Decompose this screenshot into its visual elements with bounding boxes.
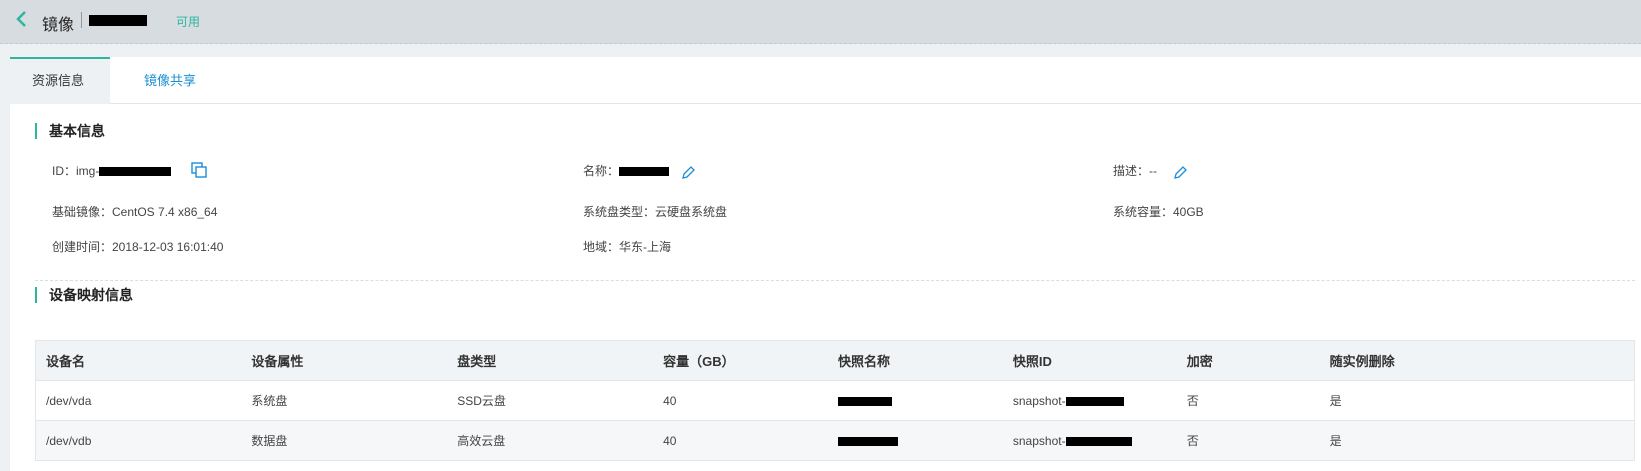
tab-bar: 资源信息 镜像共享: [10, 57, 1641, 104]
basic-info-title: 基本信息: [35, 123, 105, 139]
redacted-image-name: [89, 15, 147, 26]
column-header: 加密: [1176, 340, 1320, 381]
base-image-field: 基础镜像：CentOS 7.4 x86_64: [52, 205, 218, 219]
disk-type-cell: 高效云盘: [447, 420, 654, 461]
capacity-field: 系统容量：40GB: [1113, 205, 1204, 219]
delete-with-instance-cell: 是: [1319, 420, 1635, 461]
image-id-field: ID：img-: [52, 162, 172, 179]
snapshot-id-cell: snapshot-: [1002, 420, 1177, 461]
chevron-left-icon[interactable]: [14, 10, 34, 30]
page-title: 镜像: [42, 17, 75, 34]
snapshot-id-cell: snapshot-: [1002, 380, 1177, 421]
disk-type-field: 系统盘类型：云硬盘系统盘: [583, 205, 728, 219]
encrypted-cell: 否: [1176, 380, 1320, 421]
redacted-name: [619, 167, 670, 177]
encrypted-cell: 否: [1176, 420, 1320, 461]
section-divider: [35, 280, 1635, 281]
table-header-row: 设备名 设备属性 盘类型 容量（GB） 快照名称 快照ID 加密 随实例删除: [35, 340, 1635, 381]
column-header: 容量（GB）: [653, 340, 828, 381]
created-time-field: 创建时间：2018-12-03 16:01:40: [52, 240, 224, 254]
device-name-cell: /dev/vdb: [35, 420, 242, 461]
column-header: 设备属性: [241, 340, 448, 381]
redacted-snapshot-name: [837, 436, 898, 446]
capacity-cell: 40: [653, 380, 828, 421]
name-field: 名称：: [583, 162, 670, 179]
description-field: 描述：--: [1113, 164, 1157, 178]
top-bar: 镜像 可用: [0, 0, 1641, 44]
tab-image-share[interactable]: 镜像共享: [122, 57, 218, 104]
redacted-snapshot-id: [1065, 436, 1132, 446]
column-header: 随实例删除: [1319, 340, 1635, 381]
snapshot-name-cell: [827, 380, 1003, 421]
redacted-snapshot-name: [837, 396, 892, 406]
tab-resource-info[interactable]: 资源信息: [10, 57, 110, 104]
image-id-label: ID：img-: [52, 164, 100, 178]
capacity-cell: 40: [653, 420, 828, 461]
device-name-cell: /dev/vda: [35, 380, 242, 421]
status-badge: 可用: [176, 15, 201, 29]
name-label: 名称：: [583, 164, 620, 178]
column-header: 快照ID: [1002, 340, 1177, 381]
snapshot-name-cell: [827, 420, 1003, 461]
redacted-id: [99, 167, 172, 177]
edit-description-icon[interactable]: [1172, 165, 1190, 183]
redacted-snapshot-id: [1065, 396, 1124, 406]
copy-icon[interactable]: [190, 161, 208, 179]
edit-name-icon[interactable]: [680, 165, 698, 183]
detail-panel: 资源信息 镜像共享 基本信息 ID：img- 名称： 描述：-- 基础镜像：Ce…: [10, 57, 1641, 471]
column-header: 盘类型: [447, 340, 654, 381]
device-attr-cell: 系统盘: [241, 380, 448, 421]
snapshot-id-prefix: snapshot-: [1012, 393, 1066, 408]
snapshot-id-prefix: snapshot-: [1012, 433, 1066, 448]
region-field: 地域：华东-上海: [583, 240, 671, 254]
device-mapping-title: 设备映射信息: [35, 287, 133, 303]
column-header: 快照名称: [827, 340, 1003, 381]
disk-type-cell: SSD云盘: [447, 380, 654, 421]
title-separator: [81, 12, 82, 28]
table-row: /dev/vda 系统盘 SSD云盘 40 snapshot- 否 是: [35, 380, 1635, 421]
delete-with-instance-cell: 是: [1319, 380, 1635, 421]
column-header: 设备名: [35, 340, 242, 381]
device-attr-cell: 数据盘: [241, 420, 448, 461]
device-mapping-table: 设备名 设备属性 盘类型 容量（GB） 快照名称 快照ID 加密 随实例删除 /…: [35, 340, 1635, 461]
table-row: /dev/vdb 数据盘 高效云盘 40 snapshot- 否 是: [35, 420, 1635, 461]
